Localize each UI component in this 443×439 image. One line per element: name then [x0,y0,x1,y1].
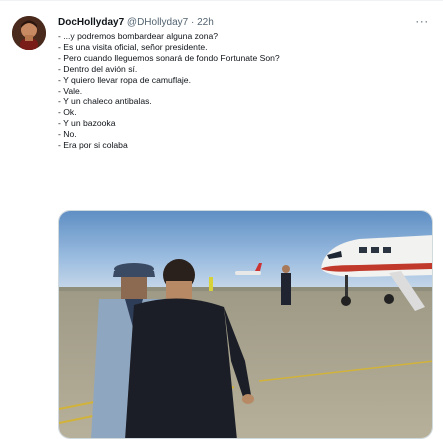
avatar-image [12,16,46,50]
tweet-line: - Era por si colaba [58,140,128,151]
tweet-line: - No. [58,129,77,140]
tweet-line: - Y un chaleco antibalas. [58,96,152,107]
tweet-line: - Es una visita oficial, señor president… [58,41,208,52]
display-name[interactable]: DocHollyday7 [58,17,124,28]
tweet-line: - Y un bazooka [58,118,116,129]
tweet-header: DocHollyday7 @DHollyday7 · 22h [58,15,214,31]
avatar[interactable] [12,16,46,50]
tweet-text: - ...y podremos bombardear alguna zona? … [58,31,428,151]
tweet-line: - Vale. [58,85,83,96]
more-icon[interactable]: ··· [413,14,431,28]
handle[interactable]: @DHollyday7 [127,17,188,28]
top-divider [0,0,443,1]
timestamp[interactable]: 22h [197,17,214,28]
tweet-line: - Y quiero llevar ropa de camuflaje. [58,74,191,85]
tweet-photo[interactable] [58,210,433,439]
tweet-line: - Dentro del avión sí. [58,63,138,74]
tweet-line: - Ok. [58,107,77,118]
separator: · [191,17,195,28]
tweet-line: - Pero cuando lleguemos sonará de fondo … [58,52,280,63]
photo [59,211,432,438]
tweet-line: - ...y podremos bombardear alguna zona? [58,31,219,41]
